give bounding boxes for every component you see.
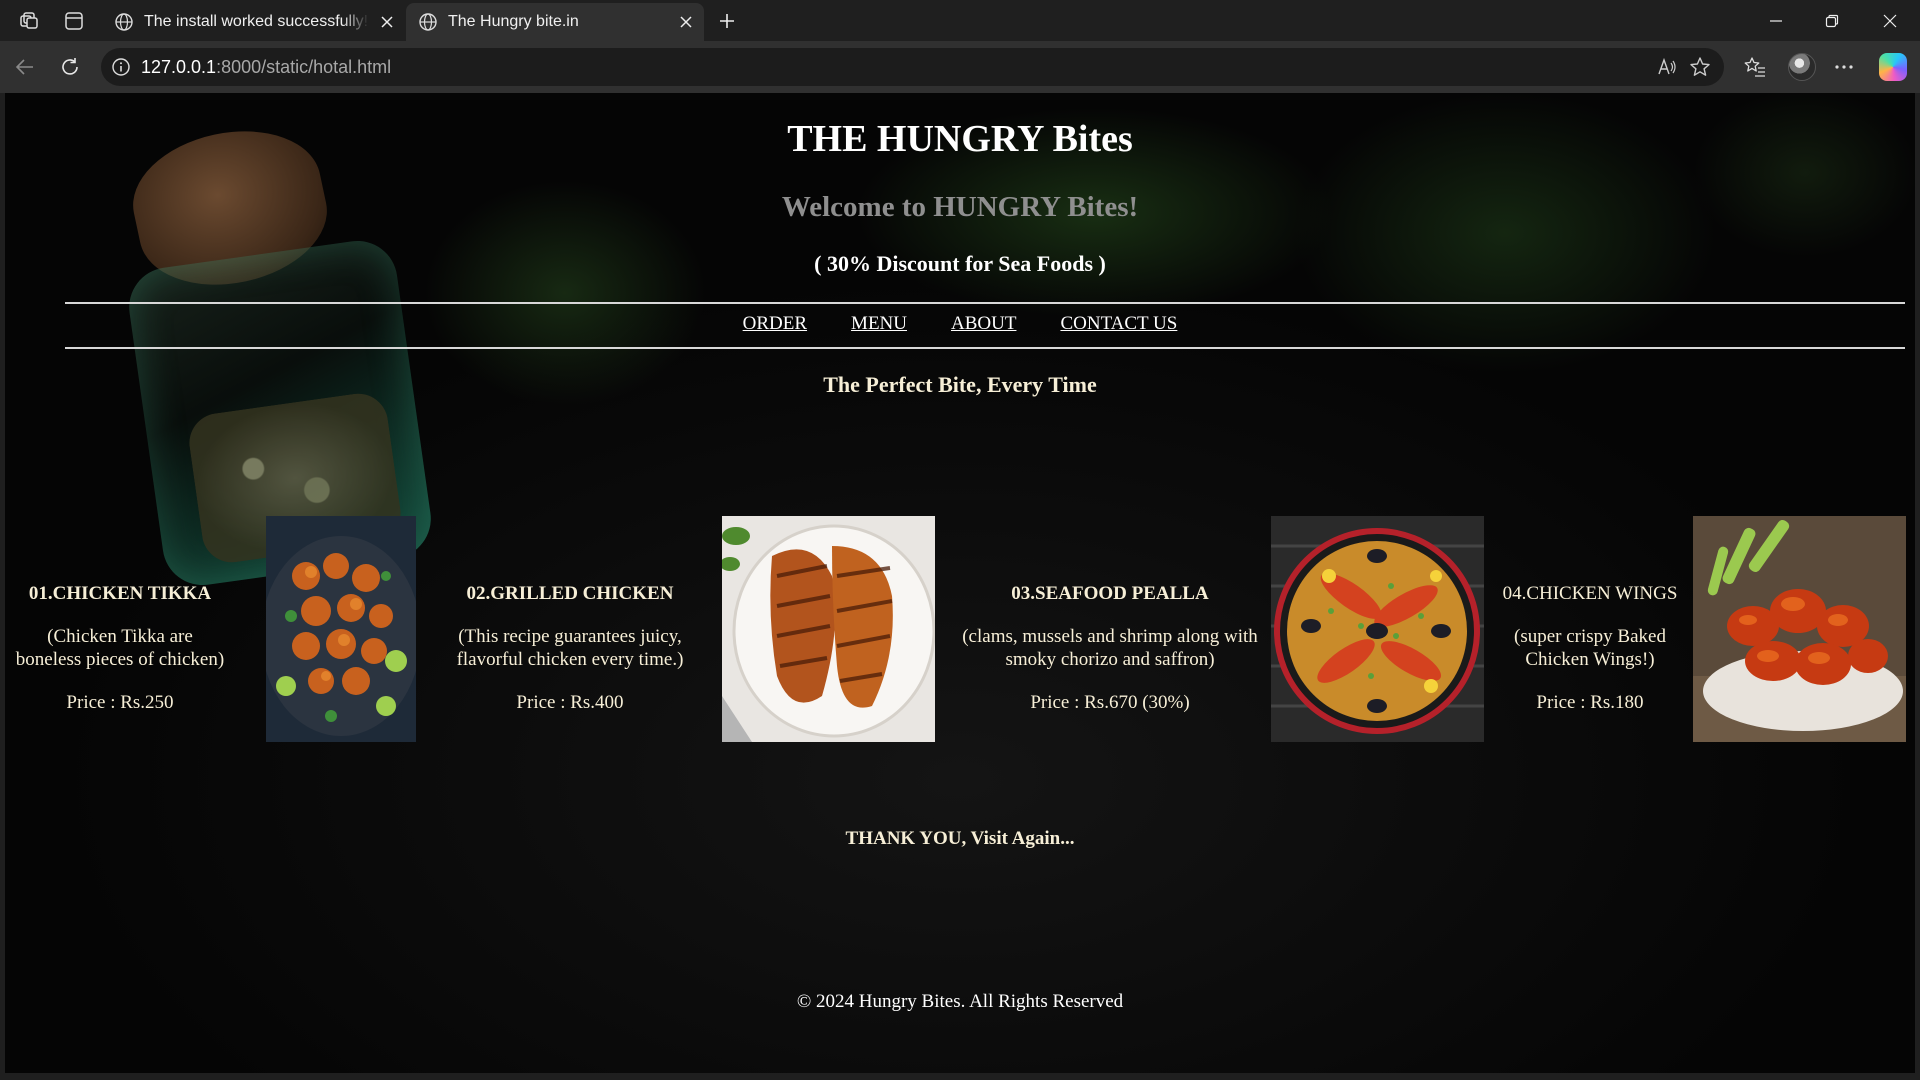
tab-title: The install worked successfully! Congrat…	[144, 13, 369, 30]
item-price: Price : Rs.180	[1536, 692, 1644, 713]
globe-icon	[419, 13, 437, 31]
seafood-paella-image	[1271, 516, 1484, 742]
restore-button[interactable]	[1804, 0, 1860, 41]
tab-install-worked[interactable]: The install worked successfully! Congrat…	[102, 3, 405, 41]
reload-icon	[62, 58, 78, 75]
url-host: 127.0.0.1	[141, 57, 217, 77]
tab-hungry-bite[interactable]: The Hungry bite.in	[406, 3, 704, 41]
browser-toolbar: 127.0.0.1:8000/static/hotal.html	[0, 41, 1920, 93]
menu-item-chicken-wings: 04.CHICKEN WINGS (super crispy Baked Chi…	[1500, 582, 1680, 714]
tagline: The Perfect Bite, Every Time	[823, 372, 1097, 397]
globe-icon	[115, 13, 133, 31]
more-options-button[interactable]	[1830, 53, 1858, 81]
nav-bottom-divider	[65, 347, 1905, 349]
favorites-button[interactable]	[1741, 53, 1769, 81]
arrow-left-icon	[15, 59, 33, 75]
ellipsis-icon	[1835, 65, 1853, 69]
plus-icon	[720, 14, 734, 28]
item-price: Price : Rs.400	[516, 692, 624, 713]
nav-link-about[interactable]: ABOUT	[951, 313, 1016, 335]
welcome-heading: Welcome to HUNGRY Bites!	[781, 191, 1139, 223]
item-price: Price : Rs.670 (30%)	[1030, 692, 1190, 713]
back-button[interactable]	[11, 53, 39, 81]
close-window-button[interactable]	[1862, 0, 1918, 41]
favorites-list-icon	[1744, 57, 1765, 77]
new-tab-button[interactable]	[714, 8, 740, 34]
menu-item-chicken-tikka: 01.CHICKEN TIKKA (Chicken Tikka are bone…	[15, 582, 225, 714]
tab-title: The Hungry bite.in	[448, 13, 579, 30]
copilot-icon[interactable]	[1879, 53, 1907, 81]
main-nav: ORDER MENU ABOUT CONTACT US	[5, 313, 1915, 335]
nav-link-menu[interactable]: MENU	[851, 313, 907, 335]
chicken-tikka-image	[266, 516, 416, 742]
item-description: (super crispy Baked Chicken Wings!)	[1514, 626, 1666, 670]
thank-you-message: THANK YOU, Visit Again...	[845, 828, 1075, 849]
footer-copyright: © 2024 Hungry Bites. All Rights Reserved	[796, 991, 1124, 1012]
favorite-star-icon[interactable]	[1689, 56, 1711, 78]
discount-banner: ( 30% Discount for Sea Foods )	[814, 251, 1106, 276]
grilled-chicken-image	[722, 516, 935, 742]
browser-tab-strip: The install worked successfully! Congrat…	[0, 0, 1920, 41]
menu-item-grilled-chicken: 02.GRILLED CHICKEN (This recipe guarante…	[445, 582, 695, 714]
minimize-button[interactable]	[1748, 0, 1804, 41]
close-tab-icon[interactable]	[377, 12, 397, 32]
site-info-icon[interactable]	[111, 57, 131, 77]
profile-avatar[interactable]	[1788, 53, 1816, 81]
url-path: :8000/static/hotal.html	[216, 57, 392, 77]
menu-item-seafood-pealla: 03.SEAFOOD PEALLA (clams, mussels and sh…	[960, 582, 1260, 714]
nav-top-divider	[65, 302, 1905, 304]
address-bar[interactable]: 127.0.0.1:8000/static/hotal.html	[101, 48, 1724, 86]
close-tab-icon[interactable]	[676, 12, 696, 32]
url-text: 127.0.0.1:8000/static/hotal.html	[141, 48, 391, 86]
page-content: THE HUNGRY Bites Welcome to HUNGRY Bites…	[5, 93, 1915, 1073]
workspaces-icon[interactable]	[16, 8, 42, 34]
site-title: THE HUNGRY Bites	[787, 118, 1133, 160]
item-price: Price : Rs.250	[66, 692, 174, 713]
reload-button[interactable]	[56, 53, 84, 81]
chicken-wings-image	[1693, 516, 1906, 742]
read-aloud-icon[interactable]	[1656, 56, 1678, 78]
item-name: 04.CHICKEN WINGS	[1502, 583, 1678, 604]
item-name: 01.CHICKEN TIKKA	[28, 583, 212, 604]
nav-link-order[interactable]: ORDER	[743, 313, 807, 335]
item-description: (clams, mussels and shrimp along with sm…	[962, 626, 1258, 670]
item-name: 02.GRILLED CHICKEN	[466, 583, 674, 604]
item-description: (This recipe guarantees juicy, flavorful…	[456, 626, 684, 670]
vertical-tabs-icon[interactable]	[61, 8, 87, 34]
page-viewport: THE HUNGRY Bites Welcome to HUNGRY Bites…	[5, 93, 1915, 1073]
item-description: (Chicken Tikka are boneless pieces of ch…	[15, 626, 225, 670]
nav-link-contact-us[interactable]: CONTACT US	[1060, 313, 1177, 335]
item-name: 03.SEAFOOD PEALLA	[1011, 583, 1209, 604]
